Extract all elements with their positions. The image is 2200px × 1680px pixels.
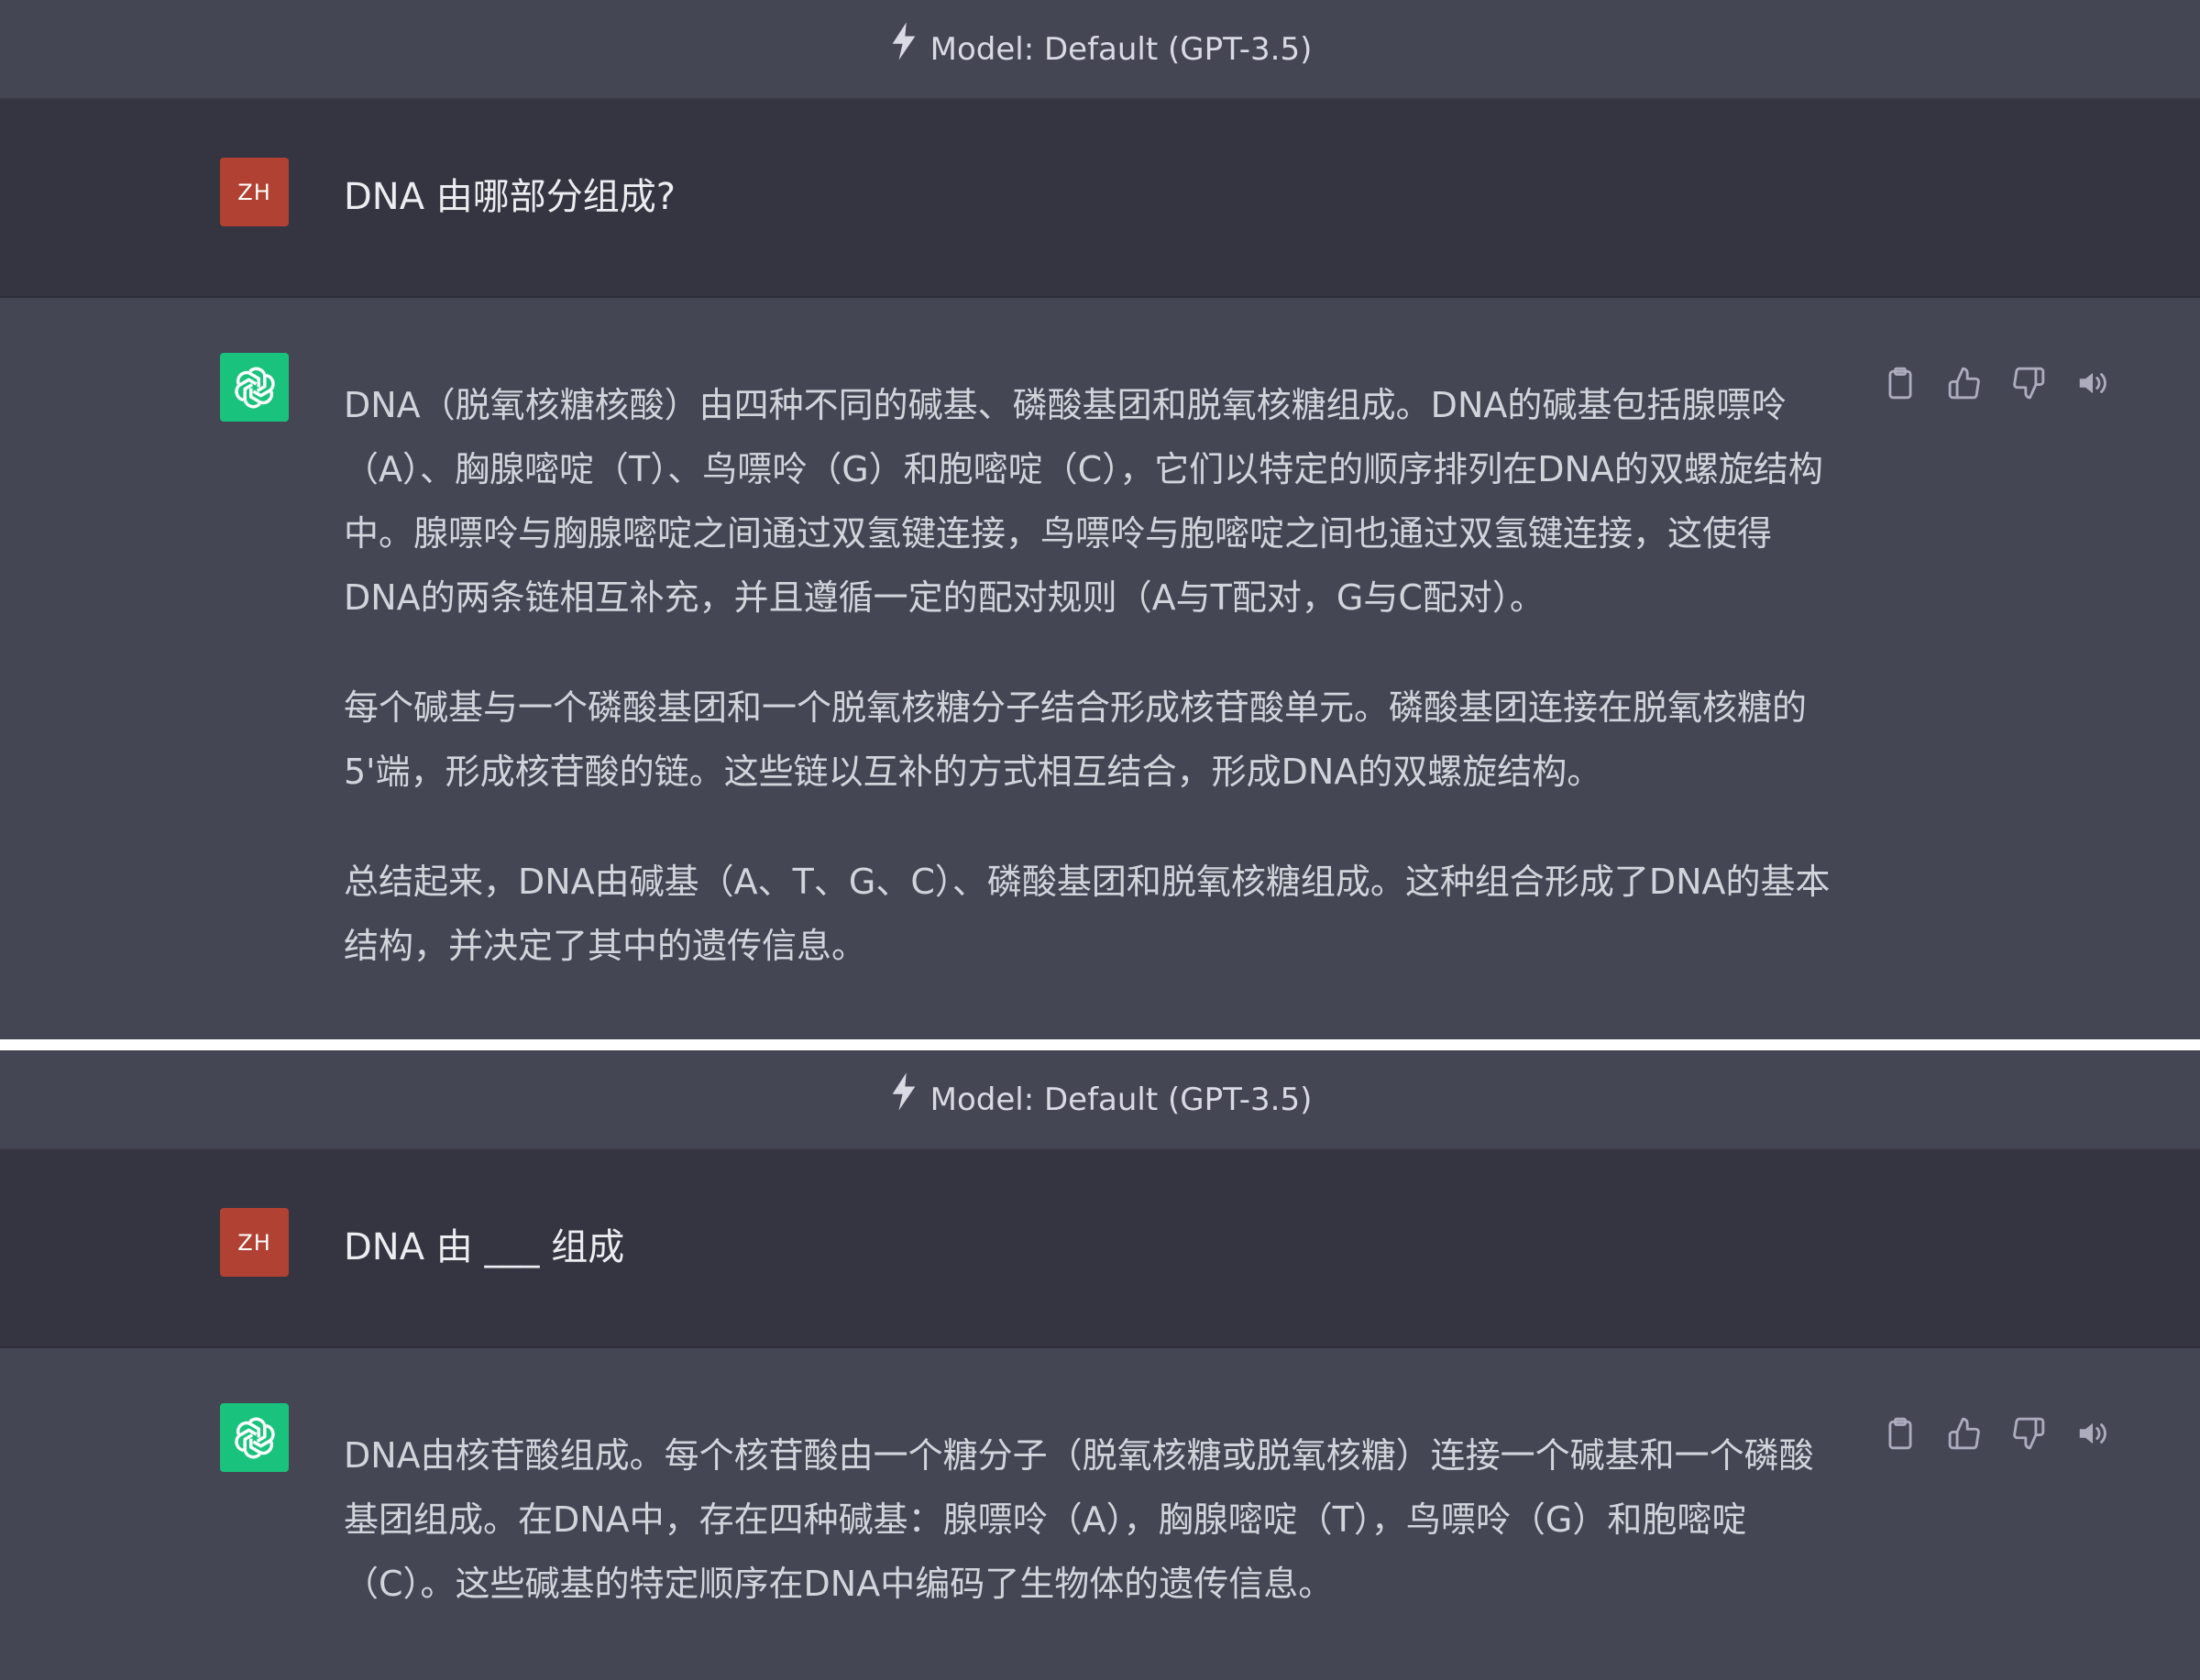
assistant-message-row: DNA由核苷酸组成。每个核苷酸由一个糖分子（脱氧核糖或脱氧核糖）连接一个碱基和一… bbox=[0, 1348, 2200, 1680]
message-actions bbox=[1868, 360, 2125, 406]
user-message-text: DNA 由哪部分组成? bbox=[344, 176, 676, 218]
lightning-icon bbox=[888, 1071, 919, 1112]
answer-paragraph: DNA（脱氧核糖核酸）由四种不同的碱基、磷酸基团和脱氧核糖组成。DNA的碱基包括… bbox=[344, 385, 1823, 618]
openai-logo-icon bbox=[220, 1403, 289, 1472]
thumbs-down-button[interactable] bbox=[1996, 1411, 2061, 1456]
thumbs-down-icon bbox=[2011, 366, 2046, 401]
thumbs-up-button[interactable] bbox=[1932, 1411, 1996, 1456]
thumbs-up-button[interactable] bbox=[1932, 360, 1996, 406]
conversation-panel-2: Model: Default (GPT-3.5) ZH DNA 由 ___ 组成… bbox=[0, 1050, 2200, 1680]
model-label: Model: Default (GPT-3.5) bbox=[930, 1081, 1313, 1118]
user-avatar: ZH bbox=[220, 158, 289, 226]
model-info-bar: Model: Default (GPT-3.5) bbox=[0, 1050, 2200, 1150]
answer-paragraph: DNA由核苷酸组成。每个核苷酸由一个糖分子（脱氧核糖或脱氧核糖）连接一个碱基和一… bbox=[344, 1435, 1814, 1604]
user-message-row: ZH DNA 由 ___ 组成 bbox=[0, 1150, 2200, 1348]
lightning-icon bbox=[888, 21, 919, 61]
openai-logo-icon bbox=[220, 353, 289, 422]
speaker-icon bbox=[2075, 366, 2110, 401]
user-message-text: DNA 由 ___ 组成 bbox=[344, 1226, 625, 1268]
speaker-icon bbox=[2075, 1416, 2110, 1451]
thumbs-down-button[interactable] bbox=[1996, 360, 2061, 406]
answer-paragraph: 每个碱基与一个磷酸基团和一个脱氧核糖分子结合形成核苷酸单元。磷酸基团连接在脱氧核… bbox=[344, 687, 1808, 792]
clipboard-icon bbox=[1883, 1416, 1918, 1451]
user-message-row: ZH DNA 由哪部分组成? bbox=[0, 100, 2200, 298]
copy-button[interactable] bbox=[1868, 360, 1932, 406]
conversation-panel-1: Model: Default (GPT-3.5) ZH DNA 由哪部分组成? … bbox=[0, 0, 2200, 1039]
assistant-answer: DNA由核苷酸组成。每个核苷酸由一个糖分子（脱氧核糖或脱氧核糖）连接一个碱基和一… bbox=[344, 1423, 1847, 1616]
assistant-message-row: DNA（脱氧核糖核酸）由四种不同的碱基、磷酸基团和脱氧核糖组成。DNA的碱基包括… bbox=[0, 298, 2200, 1039]
message-actions bbox=[1868, 1411, 2125, 1456]
thumbs-down-icon bbox=[2011, 1416, 2046, 1451]
assistant-answer: DNA（脱氧核糖核酸）由四种不同的碱基、磷酸基团和脱氧核糖组成。DNA的碱基包括… bbox=[344, 373, 1847, 978]
read-aloud-button[interactable] bbox=[2061, 360, 2125, 406]
read-aloud-button[interactable] bbox=[2061, 1411, 2125, 1456]
clipboard-icon bbox=[1883, 366, 1918, 401]
thumbs-up-icon bbox=[1947, 1416, 1982, 1451]
screenshot-separator bbox=[0, 1039, 2200, 1050]
copy-button[interactable] bbox=[1868, 1411, 1932, 1456]
answer-paragraph: 总结起来，DNA由碱基（A、T、G、C）、磷酸基团和脱氧核糖组成。这种组合形成了… bbox=[344, 862, 1831, 966]
model-label: Model: Default (GPT-3.5) bbox=[930, 30, 1313, 68]
model-info-bar: Model: Default (GPT-3.5) bbox=[0, 0, 2200, 100]
thumbs-up-icon bbox=[1947, 366, 1982, 401]
user-avatar: ZH bbox=[220, 1208, 289, 1277]
